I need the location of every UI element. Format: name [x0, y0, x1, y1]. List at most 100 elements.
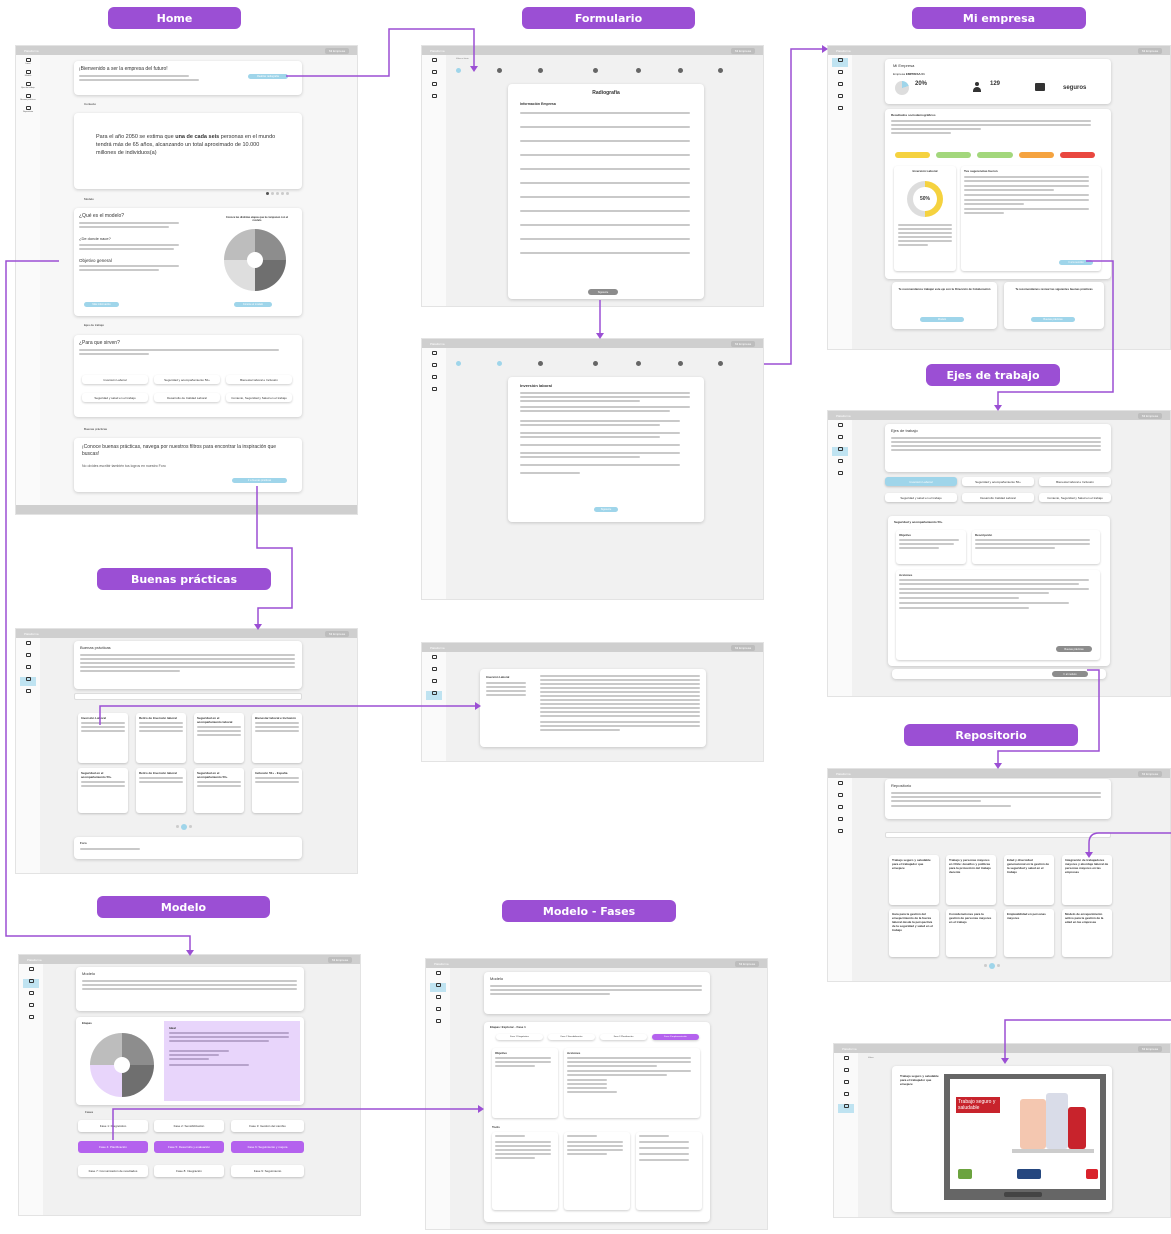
step-2[interactable]: [497, 361, 502, 366]
sidebar-item-inicio[interactable]: [838, 1056, 854, 1065]
ir-buenas-button[interactable]: Ir a buenas prácticas: [232, 478, 287, 483]
sidebar-item-inicio[interactable]: [20, 641, 36, 650]
sidebar-item-inicio[interactable]: [832, 423, 848, 432]
step-2[interactable]: [497, 68, 502, 73]
fase-option-5[interactable]: Fase 5: Desarrollo y evaluación: [154, 1141, 224, 1153]
repo-filter-bar[interactable]: [885, 832, 1111, 838]
practica-card-6[interactable]: Retiro de Inversión laboral: [136, 768, 186, 813]
fase-tab-4[interactable]: Fase 4 Implementación: [652, 1034, 699, 1040]
sidebar-item-modelo[interactable]: Modelo: [20, 70, 36, 79]
sidebar-item-ejes[interactable]: [430, 995, 446, 1004]
sidebar-item-inicio[interactable]: [426, 351, 442, 360]
sidebar-item-inicio[interactable]: Inicio: [20, 58, 36, 67]
repo-card-6[interactable]: Consideraciones para la gestión de perso…: [946, 909, 996, 957]
sidebar-item-ejes[interactable]: [832, 82, 848, 91]
ir-modelo-button[interactable]: Ir al modelo: [1052, 671, 1088, 677]
repo-card-5[interactable]: Guía para la gestión del envejecimiento …: [889, 909, 939, 957]
practica-card-3[interactable]: Seguridad en el acompañamiento laboral: [194, 713, 244, 763]
sidebar-item-ejes[interactable]: [426, 82, 442, 91]
eje-tab-2[interactable]: Seguridad y acompañamiento 50+: [962, 477, 1034, 486]
eje-tab-6[interactable]: Contexto, Seguridad y Salud en el trabaj…: [1039, 493, 1111, 502]
fase-option-9[interactable]: Fase 9: Seguimiento: [231, 1165, 304, 1177]
eje-tab-5[interactable]: Desarrollo Calidad Laboral: [962, 493, 1034, 502]
sidebar-item-buenas[interactable]: [426, 94, 442, 103]
sidebar-item-inicio[interactable]: [430, 971, 446, 980]
sidebar-item-repositorio[interactable]: [23, 1015, 39, 1024]
pagination[interactable]: [176, 824, 192, 830]
sidebar-item-modelo[interactable]: [426, 363, 442, 372]
sidebar-item-repositorio[interactable]: [430, 1019, 446, 1028]
conoce-modelo-button[interactable]: Conoce el modelo: [234, 302, 272, 307]
repo-pagination[interactable]: [984, 963, 1000, 969]
sidebar-item-ejes[interactable]: [426, 375, 442, 384]
eje-option-2[interactable]: Seguridad y acompañamiento 50+: [154, 375, 220, 384]
back-link[interactable]: Volver a Inicio: [456, 58, 468, 60]
step-6[interactable]: [678, 361, 683, 366]
sidebar-item-repositorio[interactable]: [20, 689, 36, 698]
fase-option-8[interactable]: Fase 8: Integración: [154, 1165, 224, 1177]
eje-option-1[interactable]: Inversión Laboral: [82, 375, 148, 384]
practica-card-5[interactable]: Seguridad en el acompañamiento 50+: [78, 768, 128, 813]
eje-option-4[interactable]: Seguridad y salud en el trabajo: [82, 393, 148, 402]
sidebar-item-ejes[interactable]: [20, 665, 36, 674]
sidebar-item-modelo[interactable]: [20, 653, 36, 662]
sidebar-item-ejes[interactable]: [426, 679, 442, 688]
practica-card-8[interactable]: Inclusión 50+ - España: [252, 768, 302, 813]
eje-option-3[interactable]: Bienestar laboral e Inclusión: [226, 375, 292, 384]
sidebar-item-ejes[interactable]: [838, 1080, 854, 1089]
radiografia-button[interactable]: Realizar radiografía: [248, 74, 288, 79]
eje-option-6[interactable]: Contexto, Seguridad y Salud en el trabaj…: [226, 393, 292, 402]
sidebar-item-modelo[interactable]: [838, 1068, 854, 1077]
sidebar-item-buenas[interactable]: [426, 387, 442, 396]
eje-tab-1[interactable]: Inversión Laboral: [885, 477, 957, 486]
sidebar-item-buenas[interactable]: [832, 817, 848, 826]
practica-card-1[interactable]: Inversión Laboral: [78, 713, 128, 763]
sidebar-item-inicio[interactable]: [832, 58, 848, 67]
carousel-dots[interactable]: [266, 192, 289, 195]
sidebar-item-buenas[interactable]: [838, 1092, 854, 1101]
eje-tabs[interactable]: [895, 152, 1096, 158]
modelo-button[interactable]: Modelo: [920, 317, 964, 322]
repo-card-3[interactable]: Edad y diversidad generacional en la ges…: [1004, 855, 1054, 905]
sidebar-item-repositorio[interactable]: [832, 106, 848, 115]
ir-seccion-button[interactable]: Ir a la sección: [1059, 260, 1093, 265]
mas-info-button[interactable]: Más información: [84, 302, 119, 307]
step-3[interactable]: [538, 361, 543, 366]
sidebar-item-modelo[interactable]: [23, 979, 39, 988]
step-3[interactable]: [538, 68, 543, 73]
tool-card-2[interactable]: [564, 1132, 630, 1210]
step-5[interactable]: [636, 361, 641, 366]
sidebar-item-buenas[interactable]: [430, 1007, 446, 1016]
buenas-practicas-button[interactable]: Buenas prácticas: [1056, 646, 1092, 652]
sidebar-item-buenas[interactable]: [832, 94, 848, 103]
step-4[interactable]: [593, 68, 598, 73]
fase-option-4[interactable]: Fase 4: Planificación: [78, 1141, 148, 1153]
sidebar-item-inicio[interactable]: [832, 781, 848, 790]
sidebar-item-buenas[interactable]: [23, 1003, 39, 1012]
sidebar-item-ejes[interactable]: [832, 447, 848, 456]
fase-tab-1[interactable]: Fase 1 Diagnóstico: [496, 1034, 543, 1040]
practica-card-7[interactable]: Seguridad en el acompañamiento 50+: [194, 768, 244, 813]
step-1[interactable]: [456, 361, 461, 366]
fase-tab-2[interactable]: Fase 2 Sensibilización: [548, 1034, 595, 1040]
back-link[interactable]: Volver: [868, 1057, 874, 1059]
tool-card-1[interactable]: [492, 1132, 558, 1210]
sidebar-item-buenas[interactable]: [426, 691, 442, 700]
sidebar-item-repositorio[interactable]: [838, 1104, 854, 1113]
siguiente-button[interactable]: Siguiente: [588, 289, 618, 295]
repo-card-7[interactable]: Empleabilidad en personas mayores: [1004, 909, 1054, 957]
eje-tab-3[interactable]: Bienestar laboral e Inclusión: [1039, 477, 1111, 486]
practica-card-4[interactable]: Bienestar laboral e Inclusión: [252, 713, 302, 763]
sidebar-item-buenas[interactable]: [832, 459, 848, 468]
sidebar-item-modelo[interactable]: [426, 70, 442, 79]
sidebar-item-repositorio[interactable]: Repositorio: [20, 106, 36, 115]
sidebar-item-repositorio[interactable]: [832, 471, 848, 480]
sidebar-item-buenas[interactable]: Buenas prácticas: [20, 94, 36, 103]
buenas-button[interactable]: Buenas prácticas: [1031, 317, 1075, 322]
sidebar-item-modelo[interactable]: [426, 667, 442, 676]
eje-tab-4[interactable]: Seguridad y salud en el trabajo: [885, 493, 957, 502]
repo-card-8[interactable]: Modelo de envejecimiento activo para la …: [1062, 909, 1112, 957]
siguiente-button-2[interactable]: Siguiente: [594, 507, 618, 512]
filters-bar[interactable]: [74, 693, 302, 700]
sidebar-item-modelo[interactable]: [832, 435, 848, 444]
